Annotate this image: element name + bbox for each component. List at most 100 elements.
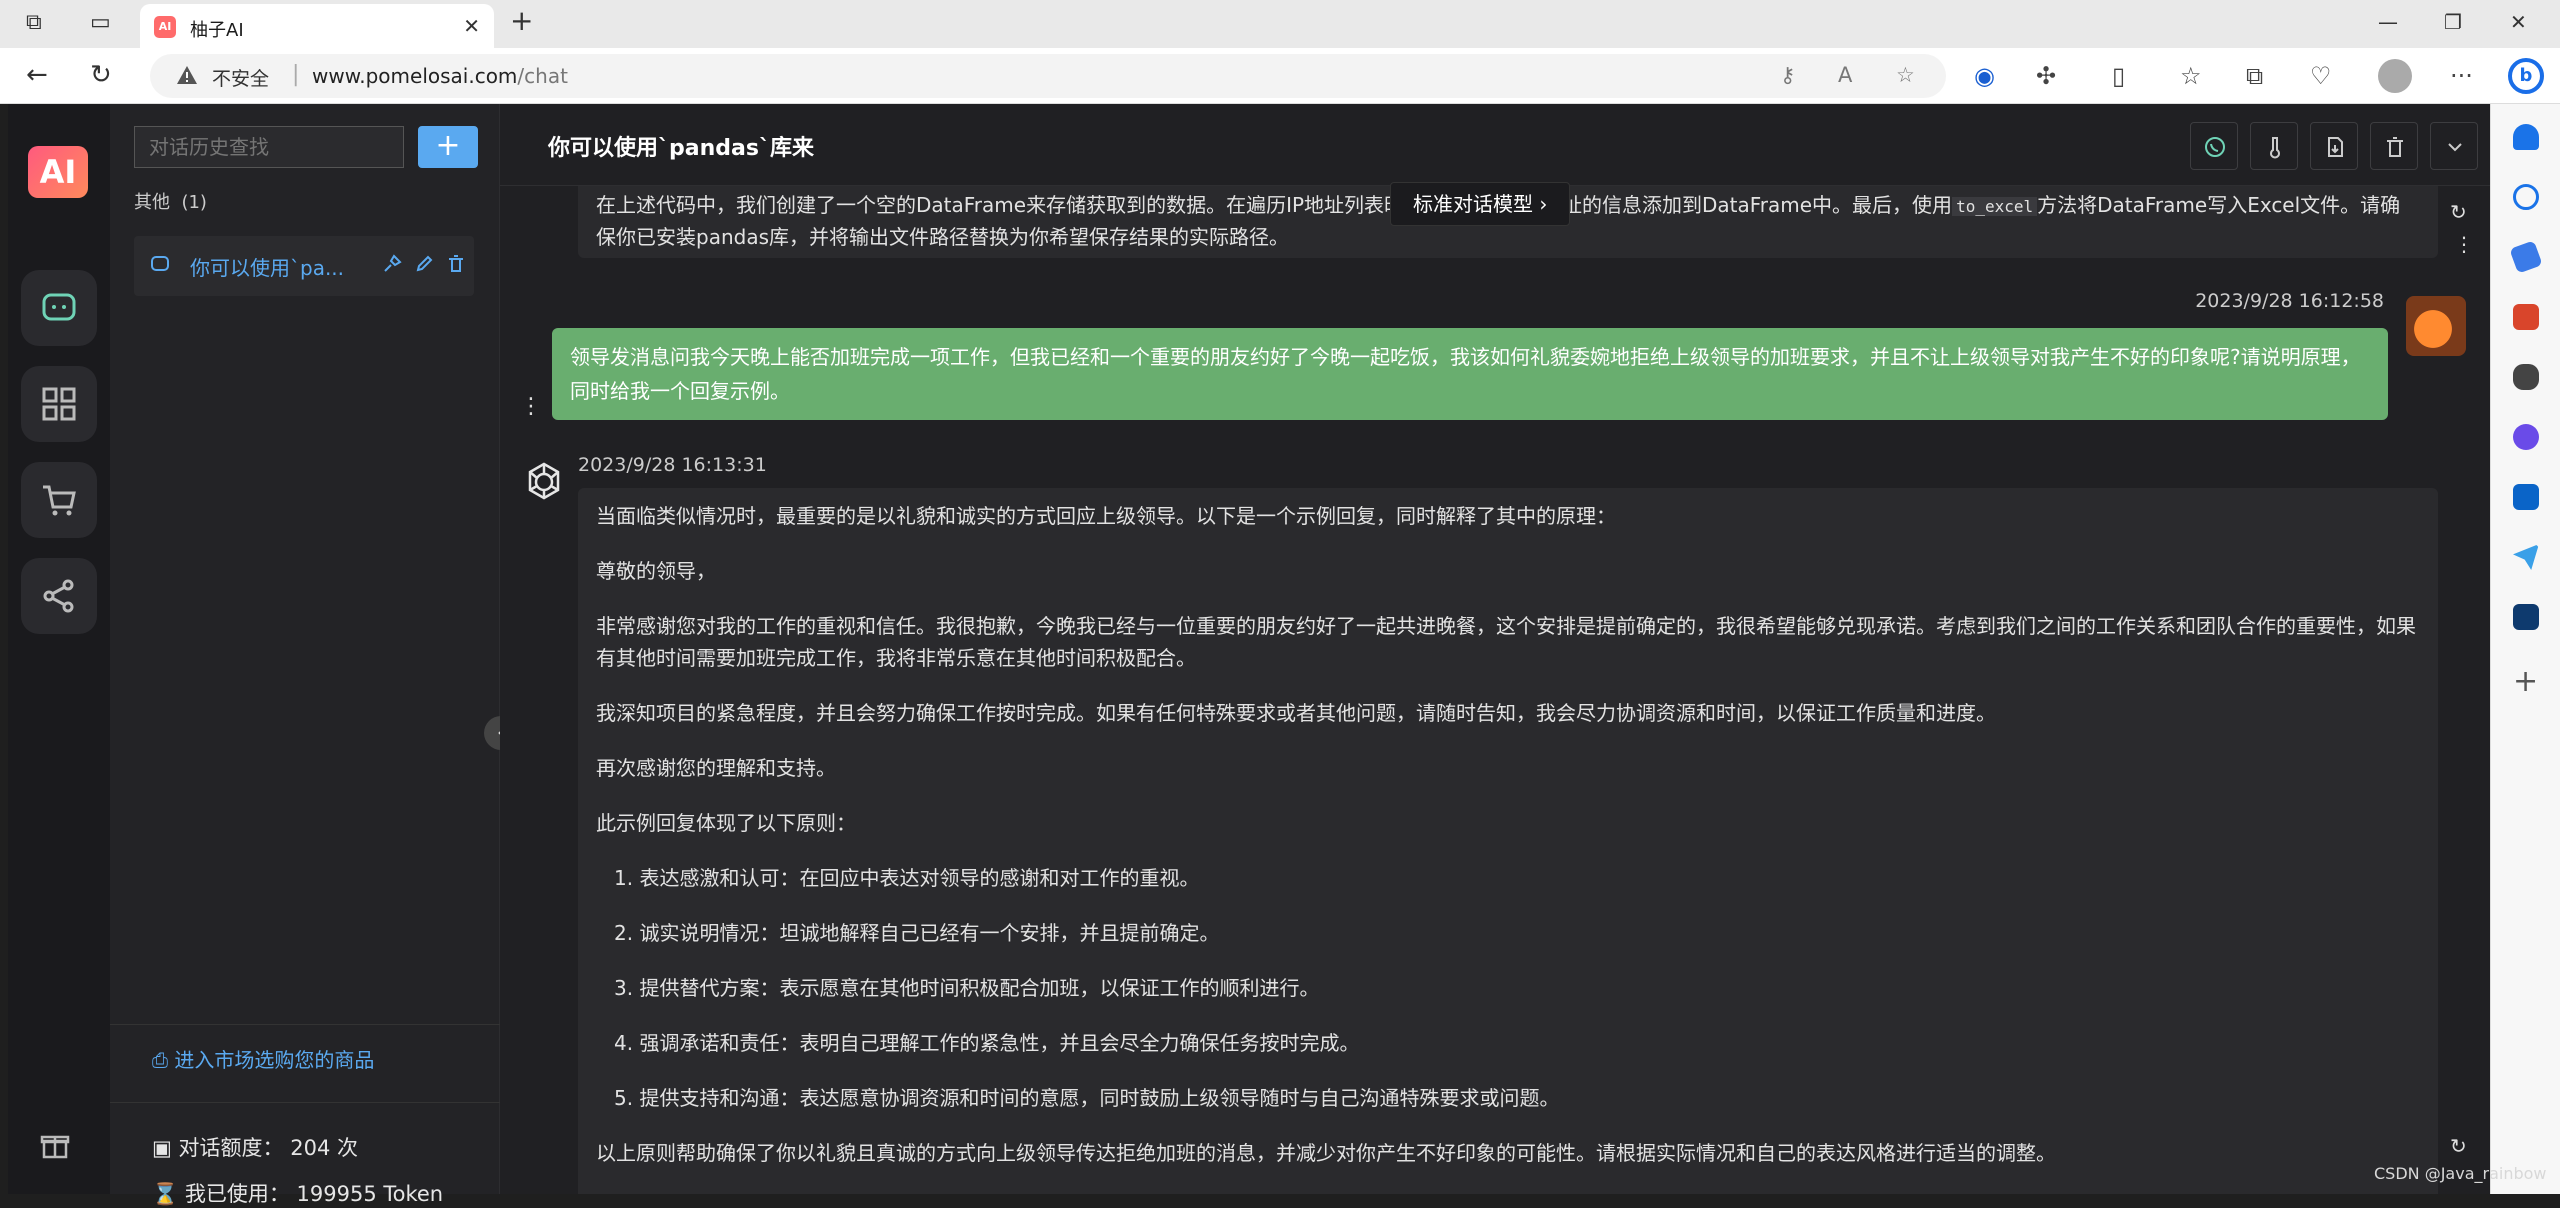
quota-value: 204 次 (290, 1136, 358, 1160)
history-search-input[interactable] (134, 126, 404, 168)
read-aloud-icon[interactable]: A (1838, 63, 1852, 87)
more-icon[interactable]: ··· (2450, 62, 2473, 90)
used-label: 我已使用： (184, 1182, 290, 1206)
ai-paragraph: 此示例回复体现了以下原则： (596, 811, 856, 835)
list-item: 2. 诚实说明情况：坦诚地解释自己已经有一个安排，并且提前确定。 (614, 921, 1220, 945)
ai-message-time: 2023/9/28 16:13:31 (578, 454, 767, 476)
maximize-icon[interactable]: ❐ (2444, 10, 2462, 34)
edit-icon[interactable] (414, 254, 434, 274)
nav-chat-button[interactable] (21, 270, 97, 346)
more-options-button[interactable] (2430, 122, 2478, 170)
window-close-icon[interactable]: ✕ (2510, 10, 2527, 34)
new-tab-icon[interactable]: + (510, 4, 533, 37)
nav-shop-button[interactable] (21, 462, 97, 538)
back-icon[interactable]: ← (26, 60, 48, 90)
chevron-right-icon: › (1539, 192, 1548, 216)
ai-regenerate-icon[interactable]: ↻ (2450, 1134, 2467, 1158)
workspaces-icon[interactable]: ⧉ (26, 10, 42, 35)
app-icon[interactable] (2513, 604, 2539, 630)
chevron-down-icon (2448, 143, 2462, 152)
tab-close-icon[interactable]: ✕ (463, 14, 480, 38)
chat-main: 你可以使用`pandas`库来 在上述代码中，我们创建了一个空的DataFram… (500, 104, 2490, 1194)
notification-icon[interactable] (2513, 124, 2539, 150)
inline-code: to_excel (1952, 197, 2038, 216)
shopping-tag-icon[interactable] (2509, 240, 2543, 274)
user-message-time: 2023/9/28 16:12:58 (2195, 290, 2384, 312)
thermometer-icon (2270, 137, 2280, 159)
temperature-button[interactable] (2250, 122, 2298, 170)
history-item-title: 你可以使用`pa... (190, 256, 345, 280)
export-button[interactable] (2310, 122, 2358, 170)
list-item: 4. 强调承诺和责任：表明自己理解工作的紧急性，并且会尽全力确保任务按时完成。 (614, 1031, 1360, 1055)
market-link[interactable]: ⎙ 进入市场选购您的商品 (152, 1044, 374, 1073)
browser-toolbar: ← ↻ 不安全 | www.pomelosai.com/chat ⚷ A ☆ ◉… (0, 48, 2560, 104)
edge-sidebar: + (2490, 104, 2560, 1194)
clear-button[interactable] (2370, 122, 2418, 170)
group-name: 其他 (134, 192, 170, 213)
regenerate-icon[interactable]: ↻ (2450, 200, 2467, 224)
list-item: 5. 提供支持和沟通：表达愿意协调资源和时间的意愿，同时鼓励上级领导随时与自己沟… (614, 1086, 1560, 1110)
quota-label: 对话额度： (178, 1136, 284, 1160)
collections-icon[interactable]: ⧉ (2246, 62, 2263, 90)
favorites-icon[interactable]: ☆ (2180, 62, 2202, 90)
history-panel: + 其他 (1) 你可以使用`pa... ⎙ 进入市场选购您的商品 ▣ 对话额度… (110, 104, 500, 1206)
split-screen-icon[interactable]: ▯ (2112, 62, 2125, 90)
bag-icon: ⎙ (152, 1048, 175, 1072)
gift-icon[interactable] (40, 1130, 70, 1160)
extensions-icon[interactable]: ✣ (2036, 62, 2056, 90)
chatgpt-icon (528, 462, 560, 500)
copilot-icon[interactable]: b (2508, 58, 2544, 94)
used-value: 199955 Token (296, 1182, 444, 1206)
share-icon (43, 579, 74, 613)
tab-actions-icon[interactable]: ▭ (90, 10, 111, 35)
pin-icon[interactable] (382, 254, 402, 274)
favorite-star-icon[interactable]: ☆ (1896, 63, 1915, 87)
prev-message-line2: 保你已安装pandas库，并将输出文件路径替换为你希望保存结果的实际路径。 (596, 225, 1289, 249)
browser-tab[interactable]: AI 柚子AI ✕ (140, 4, 494, 48)
whatsapp-share-button[interactable] (2190, 122, 2238, 170)
chat-title: 你可以使用`pandas`库来 (548, 136, 814, 161)
url-path: /chat (517, 64, 568, 88)
refresh-icon[interactable]: ↻ (90, 60, 112, 90)
minimize-icon[interactable]: — (2378, 10, 2398, 34)
nav-apps-button[interactable] (21, 366, 97, 442)
watermark: CSDN @Java_rainbow (2374, 1164, 2547, 1183)
list-item: 3. 提供替代方案：表示愿意在其他时间积极配合加班，以保证工作的顺利进行。 (614, 976, 1320, 1000)
sidebar-search-icon[interactable] (2513, 184, 2539, 210)
copilot-app-icon[interactable] (2513, 424, 2539, 450)
cart-icon (43, 485, 76, 516)
user-message: 领导发消息问我今天晚上能否加班完成一项工作，但我已经和一个重要的朋友约好了今晚一… (552, 328, 2388, 420)
telegram-icon[interactable] (2513, 544, 2539, 570)
model-selector[interactable]: 标准对话模型 › (1390, 182, 1571, 226)
prev-message-line1-end: 方法将DataFrame写入Excel文件。请确 (2037, 193, 2401, 217)
history-item[interactable]: 你可以使用`pa... (134, 236, 474, 296)
insecure-label: 不安全 (212, 68, 270, 90)
message-more-icon[interactable]: ⋮ (2454, 232, 2474, 256)
quota-icon: ▣ (152, 1136, 179, 1160)
tab-title: 柚子AI (190, 20, 244, 41)
health-icon[interactable]: ♡ (2310, 62, 2332, 90)
warning-icon (177, 66, 197, 84)
user-message-more-icon[interactable]: ⋮ (520, 394, 542, 419)
address-separator: | (292, 62, 300, 87)
divider (110, 1024, 500, 1025)
key-icon[interactable]: ⚷ (1780, 63, 1795, 87)
ai-paragraph: 我深知项目的紧急程度，并且会努力确保工作按时完成。如果有任何特殊要求或者其他问题… (596, 701, 1996, 725)
ai-paragraph: 再次感谢您的理解和支持。 (596, 756, 836, 780)
address-bar[interactable]: 不安全 | www.pomelosai.com/chat ⚷ A ☆ (150, 54, 1946, 98)
list-item: 1. 表达感激和认可：在回应中表达对领导的感谢和对工作的重视。 (614, 866, 1200, 890)
profile-avatar[interactable] (2378, 59, 2412, 93)
vpn-icon[interactable]: ◉ (1974, 62, 1995, 90)
outlook-icon[interactable] (2513, 484, 2539, 510)
ai-paragraph: 当面临类似情况时，最重要的是以礼貌和诚实的方式回应上级领导。以下是一个示例回复，… (596, 504, 1616, 528)
tools-icon[interactable] (2513, 304, 2539, 330)
app-root: AI + 其他 (1) 你可以使用`pa... ⎙ 进入市场选购您的商品 ▣ 对… (8, 104, 2490, 1206)
nav-share-button[interactable] (21, 558, 97, 634)
new-chat-button[interactable]: + (418, 126, 478, 168)
add-sidebar-app-icon[interactable]: + (2513, 664, 2538, 699)
delete-icon[interactable] (446, 254, 466, 274)
app-logo[interactable]: AI (28, 146, 88, 198)
games-icon[interactable] (2513, 364, 2539, 390)
divider (110, 1102, 500, 1103)
chat-header: 你可以使用`pandas`库来 (500, 104, 2490, 186)
